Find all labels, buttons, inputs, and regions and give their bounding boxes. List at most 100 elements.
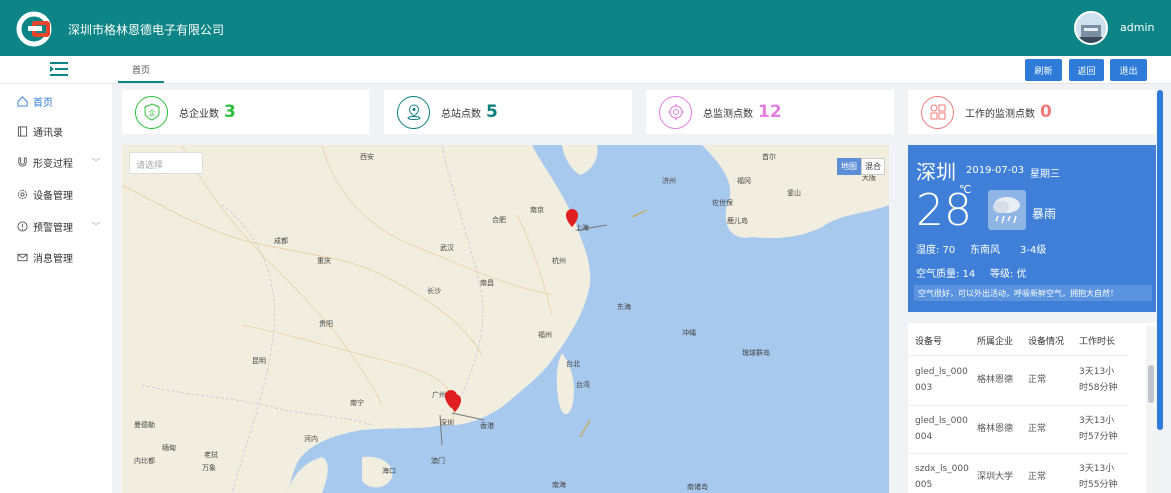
weather-aqi: 空气质量: 14 (916, 269, 976, 280)
device-status: 正常 (1028, 375, 1047, 385)
device-company: 格林恩德 (977, 375, 1014, 385)
magnet-icon (18, 156, 27, 167)
sidebar-item-label: 形变过程 (33, 158, 73, 170)
weather-wind-level: 3-4级 (1020, 245, 1047, 256)
map-label: 西安 (360, 152, 374, 161)
sidebar-item-label: 预警管理 (33, 222, 73, 234)
stat-card-stations: 总站点数 5 (384, 90, 632, 134)
sidebar-item-contacts[interactable]: 通讯录 (0, 116, 112, 146)
gear-icon (17, 189, 28, 199)
stat-label: 总监测点数 (703, 108, 753, 120)
username[interactable]: admin (1120, 21, 1154, 34)
map-label: 河内 (304, 434, 318, 443)
stat-label: 总企业数 (179, 108, 219, 120)
page-scrollbar[interactable] (1157, 90, 1163, 430)
table-row[interactable]: gled_ls_000 004 格林恩德 正常 3天13小 时57分钟 (908, 405, 1128, 453)
enterprise-icon: 企 (135, 95, 168, 129)
avatar[interactable] (1074, 11, 1108, 45)
device-status: 正常 (1028, 472, 1047, 482)
building-icon (1076, 13, 1106, 43)
table-header: 所属企业 (977, 337, 1014, 347)
region-select[interactable]: 请选择 (129, 152, 203, 174)
sidebar-item-alerts[interactable]: 预警管理 ﹀ (0, 211, 112, 241)
device-id: gled_ls_000 004 (915, 416, 968, 442)
map-label: 鹿儿岛 (727, 216, 748, 225)
map-label: 釜山 (787, 188, 801, 197)
sidebar-item-messages[interactable]: 消息管理 (0, 242, 112, 272)
map-label: 长沙 (427, 286, 441, 295)
map-label: 首尔 (762, 152, 776, 161)
table-header: 工作时长 (1079, 337, 1116, 347)
tab-home[interactable]: 首页 (118, 56, 165, 83)
home-icon (17, 95, 28, 107)
map-label: 杭州 (552, 256, 566, 265)
mail-icon (17, 253, 28, 261)
tab-bar: 首页 刷新 返回 退出 (0, 56, 1171, 84)
map-label: 澳门 (431, 456, 445, 465)
map-type-mixed-button[interactable]: 混合 (861, 158, 885, 175)
stat-value: 3 (224, 102, 236, 122)
svg-text:企: 企 (148, 108, 155, 117)
app-header: 深圳市格林恩德电子有限公司 admin (0, 0, 1171, 56)
sidebar-item-label: 通讯录 (33, 127, 63, 139)
sidebar-item-label: 消息管理 (33, 253, 73, 265)
target-icon (659, 95, 692, 129)
stat-card-working-points: 工作的监测点数 0 (908, 90, 1156, 134)
weather-condition: 暴雨 (1032, 207, 1057, 221)
device-id: szdx_ls_000 005 (915, 464, 969, 490)
location-icon (397, 95, 430, 129)
device-company: 格林恩德 (977, 424, 1014, 434)
chevron-down-icon: ﹀ (92, 157, 100, 167)
company-logo (16, 11, 52, 47)
map-label: 琉球群岛 (742, 348, 770, 357)
weather-weekday: 星期三 (1030, 169, 1060, 180)
map-label: 万象 (202, 463, 216, 472)
map-label: 冲绳 (682, 328, 696, 337)
device-uptime: 3天13小 时58分钟 (1079, 367, 1118, 393)
map-canvas: 西安 南京 合肥 上海 成都 武汉 重庆 杭州 长沙 南昌 贵阳 福州 台北 台… (122, 145, 889, 493)
weather-unit: ℃ (959, 183, 972, 196)
map-label: 成都 (274, 236, 288, 245)
map-type-map-button[interactable]: 地图 (837, 158, 861, 175)
device-company: 深圳大学 (977, 472, 1014, 482)
rain-icon (988, 190, 1026, 230)
stat-card-monitor-points: 总监测点数 12 (646, 90, 894, 134)
map-label: 贵阳 (319, 319, 333, 328)
table-header: 设备情况 (1028, 337, 1065, 347)
map-label: 香港 (480, 421, 494, 430)
logout-button[interactable]: 退出 (1110, 59, 1147, 81)
map-view[interactable]: 西安 南京 合肥 上海 成都 武汉 重庆 杭州 长沙 南昌 贵阳 福州 台北 台… (122, 145, 889, 493)
sidebar-item-devices[interactable]: 设备管理 (0, 179, 112, 209)
refresh-button[interactable]: 刷新 (1025, 59, 1062, 81)
weather-city: 深圳 (916, 160, 956, 184)
map-label: 老挝 (204, 450, 218, 459)
map-label: 台北 (566, 359, 580, 368)
map-type-switch: 地图 混合 (837, 158, 885, 175)
table-scrollbar[interactable] (1148, 365, 1154, 403)
map-label: 海口 (382, 466, 396, 475)
device-table: 设备号 所属企业 设备情况 工作时长 gled_ls_000 003 格林恩德 正… (908, 323, 1156, 493)
stat-value: 12 (758, 102, 782, 122)
weather-date: 2019-07-03 (966, 165, 1025, 176)
map-label: 上海 (575, 223, 589, 232)
menu-toggle-icon[interactable] (50, 62, 68, 76)
grid-icon (921, 95, 954, 129)
table-row[interactable]: gled_ls_000 003 格林恩德 正常 3天13小 时58分钟 (908, 355, 1128, 405)
map-label: 曼德勒 (134, 420, 155, 429)
device-id: gled_ls_000 003 (915, 367, 968, 393)
map-label: 福冈 (737, 176, 751, 185)
device-uptime: 3天13小 时55分钟 (1079, 464, 1118, 490)
map-label: 佐世保 (712, 198, 733, 207)
weather-tip: 空气很好，可以外出活动，呼吸新鲜空气，拥抱大自然！ (914, 285, 1152, 301)
map-label: 广州 (432, 390, 446, 399)
table-row[interactable]: szdx_ls_000 005 深圳大学 正常 3天13小 时55分钟 (908, 453, 1128, 493)
stat-label: 总站点数 (441, 108, 481, 120)
weather-grade: 等级: 优 (990, 269, 1027, 280)
sidebar-item-home[interactable]: 首页 (0, 86, 112, 116)
sidebar-item-label: 首页 (33, 97, 53, 109)
map-label: 南海 (552, 480, 566, 489)
map-label: 昆明 (252, 357, 266, 365)
back-button[interactable]: 返回 (1069, 59, 1104, 81)
weather-humidity: 湿度: 70 (916, 245, 956, 256)
sidebar-item-deformation[interactable]: 形变过程 ﹀ (0, 147, 112, 177)
